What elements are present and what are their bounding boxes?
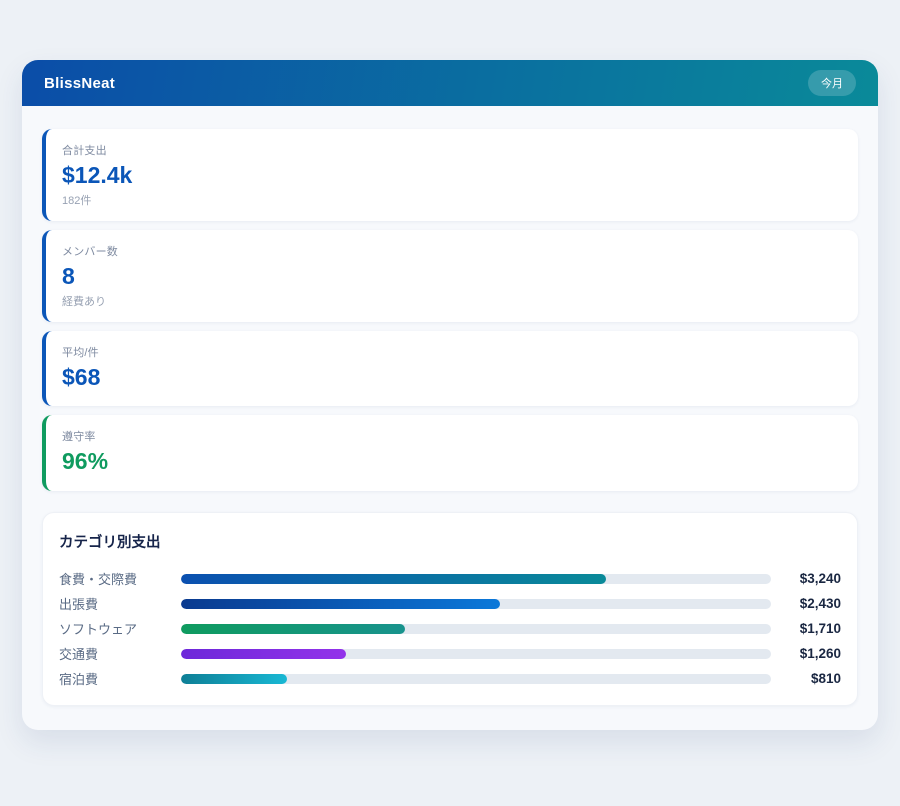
period-badge[interactable]: 今月 — [808, 70, 856, 96]
bar-fill — [181, 649, 346, 659]
app-header: BlissNeat 今月 — [22, 60, 878, 106]
dashboard-content: 合計支出 $12.4k 182件 メンバー数 8 経費あり 平均/件 $68 遵… — [22, 106, 878, 730]
category-label: 交通費 — [59, 644, 181, 663]
bar-track — [181, 599, 771, 609]
bar-fill — [181, 624, 405, 634]
stat-card-average-per-item: 平均/件 $68 — [42, 331, 858, 407]
bar-fill — [181, 674, 287, 684]
stat-label: 遵守率 — [62, 428, 840, 444]
category-row: 出張費 $2,430 — [59, 591, 841, 616]
category-row: 交通費 $1,260 — [59, 641, 841, 666]
bar-track — [181, 624, 771, 634]
category-label: ソフトウェア — [59, 619, 181, 638]
category-card-title: カテゴリ別支出 — [59, 531, 841, 552]
stat-value: $68 — [62, 363, 840, 392]
category-value: $3,240 — [771, 571, 841, 586]
category-row: 宿泊費 $810 — [59, 666, 841, 691]
stat-label: 合計支出 — [62, 142, 840, 158]
bar-track — [181, 674, 771, 684]
category-value: $810 — [771, 671, 841, 686]
bar-fill — [181, 599, 500, 609]
category-value: $1,260 — [771, 646, 841, 661]
stat-value: 8 — [62, 262, 840, 291]
stat-card-total-spend: 合計支出 $12.4k 182件 — [42, 129, 858, 221]
stat-value: 96% — [62, 447, 840, 476]
expense-dashboard-window: BlissNeat 今月 合計支出 $12.4k 182件 メンバー数 8 経費… — [22, 60, 878, 730]
stat-card-compliance-rate: 遵守率 96% — [42, 415, 858, 491]
bar-track — [181, 574, 771, 584]
category-value: $1,710 — [771, 621, 841, 636]
category-label: 宿泊費 — [59, 669, 181, 688]
stat-label: メンバー数 — [62, 243, 840, 259]
bar-fill — [181, 574, 606, 584]
category-value: $2,430 — [771, 596, 841, 611]
app-title: BlissNeat — [44, 75, 115, 92]
stat-sub: 182件 — [62, 192, 840, 208]
category-spend-card: カテゴリ別支出 食費・交際費 $3,240 出張費 $2,430 ソフトウェア — [42, 512, 858, 706]
stat-card-member-count: メンバー数 8 経費あり — [42, 230, 858, 322]
bar-track — [181, 649, 771, 659]
category-row: ソフトウェア $1,710 — [59, 616, 841, 641]
category-label: 出張費 — [59, 594, 181, 613]
category-label: 食費・交際費 — [59, 569, 181, 588]
category-row: 食費・交際費 $3,240 — [59, 566, 841, 591]
stat-value: $12.4k — [62, 161, 840, 190]
stat-label: 平均/件 — [62, 344, 840, 360]
stat-sub: 経費あり — [62, 293, 840, 309]
